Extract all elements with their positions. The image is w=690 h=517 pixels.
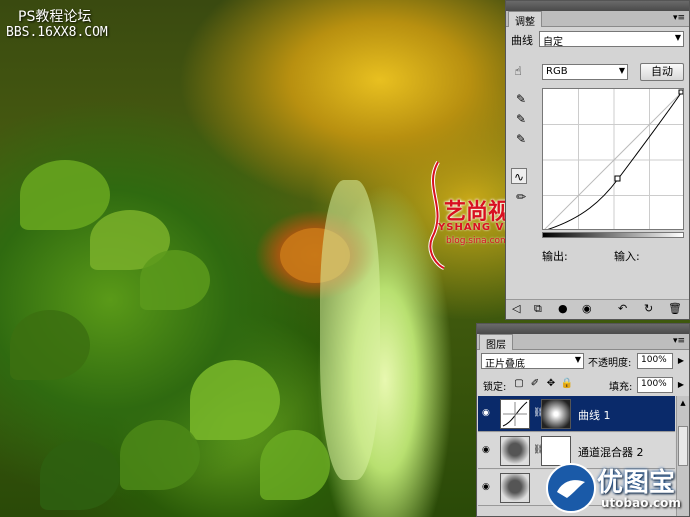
lock-icon[interactable]: 🔒 <box>559 376 575 392</box>
bird-logo-icon <box>546 463 596 513</box>
foliage-leaf <box>40 440 120 510</box>
chevron-down-icon: ▼ <box>618 66 625 75</box>
tab-adjustments[interactable]: 调整 <box>508 11 542 28</box>
eye-icon[interactable]: ◉ <box>482 482 490 492</box>
lock-pixels-icon[interactable]: ✐ <box>527 376 543 392</box>
pencil-icon[interactable]: ✏ <box>513 189 529 205</box>
input-gradient-bar <box>542 232 684 238</box>
panel-tab-row: 调整 ▾≡ <box>506 11 689 28</box>
panel-menu-icon[interactable]: ▾≡ <box>673 13 685 23</box>
adjustments-bottom-bar: ◁ ⧉ ● ◉ ↶ ↻ 🗑 <box>506 299 689 319</box>
clip-icon[interactable]: ⧉ <box>534 302 542 316</box>
channel-select[interactable]: RGB ▼ <box>542 64 628 80</box>
forum-watermark-title: PS教程论坛 <box>18 9 92 25</box>
layer-mask-thumbnail[interactable] <box>541 399 571 429</box>
fill-label: 填充: <box>609 382 633 393</box>
utobao-logo: 优图宝 utobao.com <box>545 462 687 514</box>
logo-text-cn: 优图宝 <box>597 468 676 498</box>
tab-layers[interactable]: 图层 <box>479 334 513 351</box>
eyedropper-gray-icon[interactable]: ✎ <box>513 111 529 127</box>
reset-icon[interactable]: ↻ <box>644 302 653 315</box>
trash-icon[interactable]: 🗑 <box>668 302 682 315</box>
eye-icon[interactable]: ◉ <box>482 445 490 455</box>
waterfall <box>320 180 380 480</box>
curves-adjustment-thumbnail <box>500 399 530 429</box>
eyedropper-black-icon[interactable]: ✎ <box>513 91 529 107</box>
opacity-input[interactable]: 100% <box>637 353 673 369</box>
curve-endpoint[interactable] <box>678 89 683 95</box>
preset-select[interactable]: 自定 ▼ <box>539 31 684 48</box>
foliage-leaf <box>10 310 90 380</box>
output-label: 输出: <box>542 250 568 263</box>
panel-titlebar[interactable] <box>477 324 689 334</box>
foliage-leaf <box>20 160 110 230</box>
eye-icon[interactable]: ◉ <box>582 302 592 315</box>
foliage-leaf <box>120 420 200 490</box>
channel-value: RGB <box>546 66 568 77</box>
previous-state-icon[interactable]: ↶ <box>618 302 627 315</box>
chevron-down-icon: ▼ <box>574 355 581 364</box>
blend-mode-select[interactable]: 正片叠底 ▼ <box>481 353 584 370</box>
scrollbar-thumb[interactable] <box>678 426 688 466</box>
logo-text-url: utobao.com <box>601 496 681 510</box>
eyedropper-white-icon[interactable]: ✎ <box>513 131 529 147</box>
visibility-dot-icon[interactable]: ● <box>558 302 568 315</box>
curve-tool-icon[interactable]: ∿ <box>511 168 527 184</box>
hand-target-icon[interactable]: ☝ <box>510 63 526 79</box>
forum-watermark-url: BBS.16XX8.COM <box>6 25 108 40</box>
layer-name[interactable]: 曲线 1 <box>578 407 611 423</box>
panel-menu-icon[interactable]: ▾≡ <box>673 336 685 346</box>
blend-mode-value: 正片叠底 <box>485 359 525 370</box>
adjustments-panel: 调整 ▾≡ 曲线 自定 ▼ ☝ RGB ▼ 自动 ✎ ✎ ✎ ∿ ✏ 输出: 输… <box>505 0 690 320</box>
eye-icon[interactable]: ◉ <box>482 408 490 418</box>
foliage-leaf <box>140 250 210 310</box>
lock-transparency-icon[interactable]: ▢ <box>511 376 527 392</box>
input-label: 输入: <box>614 250 640 263</box>
foliage-leaf <box>260 430 330 500</box>
panel-titlebar[interactable] <box>506 1 689 11</box>
curves-label: 曲线 <box>511 34 533 47</box>
chevron-down-icon: ▼ <box>674 33 681 42</box>
auto-button[interactable]: 自动 <box>640 63 684 81</box>
back-arrow-icon[interactable]: ◁ <box>512 302 520 315</box>
fill-input[interactable]: 100% <box>637 377 673 393</box>
opacity-arrow-icon[interactable]: ▶ <box>673 353 689 369</box>
curves-graph[interactable] <box>542 88 684 230</box>
foliage-leaf <box>190 360 280 440</box>
curve-control-point[interactable] <box>614 175 621 182</box>
adjustment-thumbnail <box>500 473 530 503</box>
scroll-up-icon[interactable]: ▲ <box>678 400 688 407</box>
opacity-label: 不透明度: <box>588 358 632 369</box>
layer-row-curves[interactable]: ◉ ⛓ 曲线 1 <box>478 396 675 432</box>
layer-name[interactable]: 通道混合器 2 <box>578 444 644 460</box>
lock-label: 锁定: <box>483 382 507 393</box>
lock-position-icon[interactable]: ✥ <box>543 376 559 392</box>
preset-value: 自定 <box>543 37 563 48</box>
channel-mixer-thumbnail <box>500 436 530 466</box>
panel-tab-row: 图层 ▾≡ <box>477 334 689 351</box>
fill-arrow-icon[interactable]: ▶ <box>673 377 689 393</box>
